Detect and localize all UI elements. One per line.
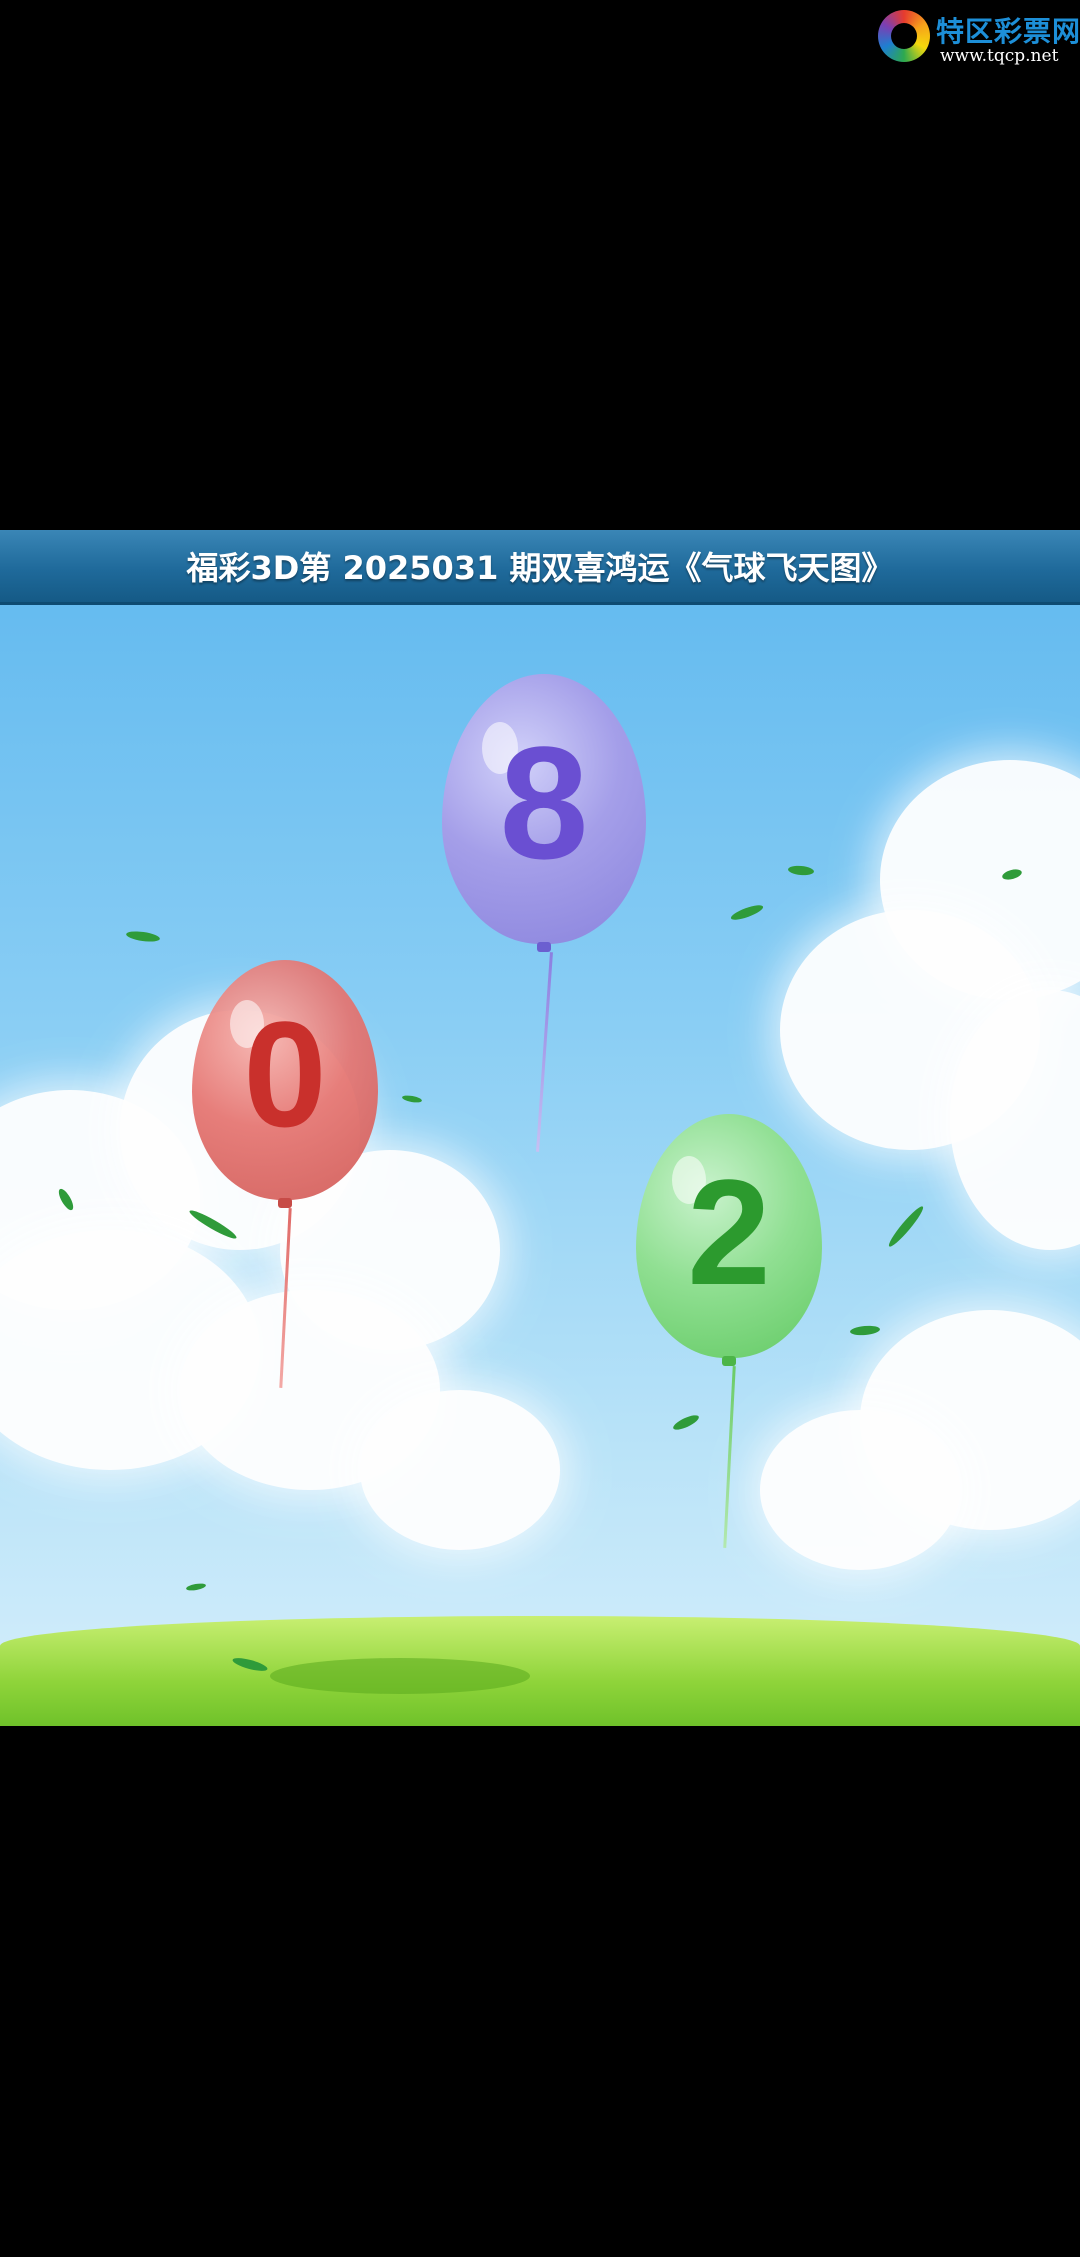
balloon-green: 2: [636, 1114, 822, 1548]
balloon-scene-image: 福彩3D第 2025031 期双喜鸿运《气球飞天图》 0 8 2: [0, 530, 1080, 1726]
balloon-knot: [278, 1198, 292, 1208]
balloon-digit: 0: [243, 990, 327, 1158]
leaf-icon: [729, 902, 765, 923]
banner-title: 福彩3D第 2025031 期双喜鸿运《气球飞天图》: [186, 549, 894, 587]
site-logo-icon: [878, 10, 930, 62]
site-url: www.tqcp.net: [940, 46, 1059, 66]
leaf-icon: [125, 929, 161, 944]
leaf-icon: [885, 1203, 927, 1250]
balloon-string: [536, 952, 553, 1152]
balloon-knot: [537, 942, 551, 952]
title-banner: 福彩3D第 2025031 期双喜鸿运《气球飞天图》: [0, 530, 1080, 605]
grass-field: [0, 1616, 1080, 1726]
site-name: 特区彩票网: [936, 15, 1080, 48]
balloon-digit: 8: [499, 713, 589, 892]
balloon-string: [279, 1208, 292, 1388]
balloon-purple: 8: [442, 674, 646, 1154]
balloon-red: 0: [192, 960, 378, 1388]
grass-shadow: [270, 1658, 530, 1694]
leaf-icon: [185, 1582, 207, 1592]
site-watermark: 特区彩票网 www.tqcp.net: [878, 8, 1080, 68]
balloon-digit: 2: [687, 1148, 771, 1316]
leaf-icon: [787, 864, 815, 877]
balloon-knot: [722, 1356, 736, 1366]
leaf-icon: [849, 1324, 881, 1337]
balloon-string: [723, 1366, 736, 1548]
leaf-icon: [401, 1094, 423, 1104]
cloud: [360, 1390, 560, 1550]
